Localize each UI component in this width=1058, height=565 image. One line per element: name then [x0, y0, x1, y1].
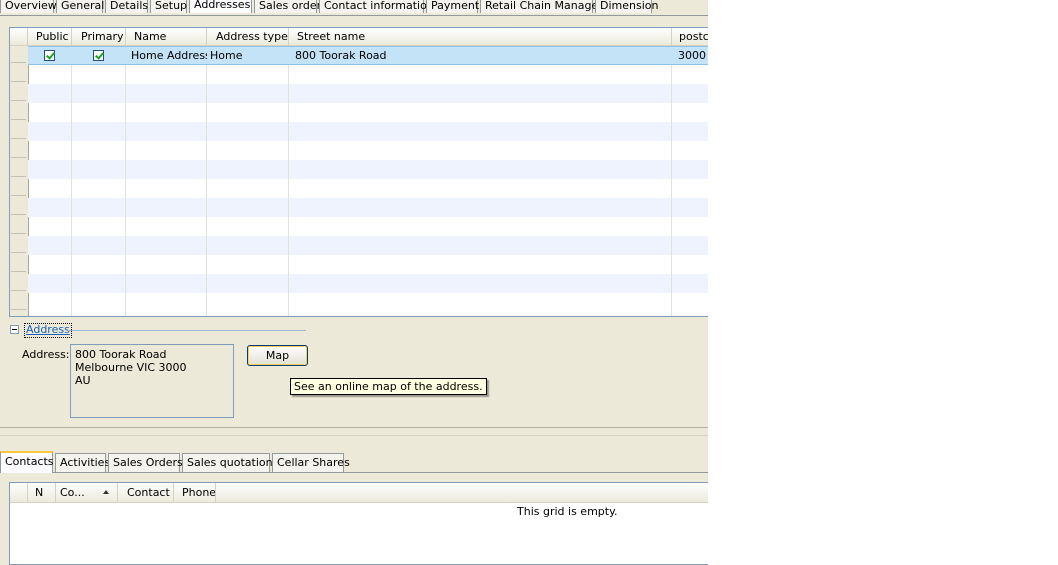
column-header-co-label: Co... [60, 486, 85, 499]
tab-general[interactable]: General [56, 0, 104, 13]
row-selector-column [10, 46, 29, 316]
column-header-primary[interactable]: Primary [72, 28, 126, 45]
primary-cell[interactable] [72, 47, 126, 64]
column-header-n[interactable]: N [28, 483, 56, 502]
addresses-grid-header: Public Primary Name Address type Street … [10, 28, 708, 46]
empty-row [28, 179, 708, 198]
column-header-street-name[interactable]: Street name [289, 28, 672, 45]
tab-retail-chain-manager[interactable]: Retail Chain Manager [480, 0, 603, 13]
empty-row [28, 84, 708, 103]
empty-row [28, 141, 708, 160]
row-selector[interactable] [11, 217, 26, 234]
pane-splitter[interactable] [0, 427, 708, 436]
row-selector[interactable] [11, 141, 26, 158]
address-type-cell[interactable]: Home [207, 47, 289, 64]
row-selector[interactable] [11, 179, 26, 196]
tab-sales-quotations[interactable]: Sales quotations [182, 453, 278, 472]
row-selector[interactable] [11, 293, 26, 310]
tab-addresses[interactable]: Addresses [189, 0, 252, 13]
row-selector[interactable] [11, 160, 26, 177]
column-divider [671, 46, 672, 316]
row-selector[interactable] [11, 274, 26, 291]
postcode-cell[interactable]: 3000 [672, 47, 708, 64]
empty-row [28, 160, 708, 179]
map-tooltip: See an online map of the address. [290, 378, 487, 395]
tab-sales-order[interactable]: Sales order [254, 0, 321, 13]
tab-payment[interactable]: Payment [426, 0, 479, 13]
tab-sales-orders[interactable]: Sales Orders [108, 453, 183, 472]
empty-row [28, 122, 708, 141]
tab-overview[interactable]: Overview [0, 0, 57, 13]
column-header-name[interactable]: Name [126, 28, 207, 45]
empty-row [28, 274, 708, 293]
empty-row [28, 255, 708, 274]
row-selector-header [10, 483, 28, 502]
tab-cellar-shares[interactable]: Cellar Shares [272, 453, 350, 472]
name-cell[interactable]: Home Address [126, 47, 207, 64]
primary-checkbox[interactable] [93, 50, 104, 61]
sort-ascending-icon [103, 490, 109, 494]
row-selector-header [10, 28, 28, 45]
column-divider [288, 46, 289, 316]
empty-row [28, 217, 708, 236]
row-selector[interactable] [11, 84, 26, 101]
street-name-cell[interactable]: 800 Toorak Road [289, 47, 672, 64]
column-header-contact[interactable]: Contact [118, 483, 174, 502]
row-selector[interactable] [11, 255, 26, 272]
row-selector[interactable] [11, 46, 26, 63]
column-header-address-type[interactable]: Address type [207, 28, 289, 45]
empty-row [28, 293, 708, 312]
top-tab-strip: Overview General Details Setup Addresses… [0, 0, 708, 16]
empty-row [28, 236, 708, 255]
empty-grid-message: This grid is empty. [517, 505, 618, 518]
row-selector[interactable] [11, 122, 26, 139]
empty-row [28, 103, 708, 122]
column-divider [125, 46, 126, 316]
column-header-phone[interactable]: Phone [174, 483, 216, 502]
tab-contact-information[interactable]: Contact information [319, 0, 434, 13]
public-cell[interactable] [28, 47, 72, 64]
address-group-title[interactable]: Address [24, 323, 72, 338]
column-header-public[interactable]: Public [28, 28, 72, 45]
row-selector[interactable] [11, 198, 26, 215]
map-button[interactable]: Map [247, 345, 308, 366]
tab-contacts[interactable]: Contacts [0, 451, 54, 473]
row-selector[interactable] [11, 236, 26, 253]
contacts-grid-header: N Co... Contact Phone [10, 483, 708, 503]
tab-details[interactable]: Details [105, 0, 148, 13]
tab-dimension[interactable]: Dimension [595, 0, 658, 13]
empty-row [28, 65, 708, 84]
empty-row [28, 198, 708, 217]
column-divider [71, 46, 72, 316]
address-label: Address: [22, 348, 70, 361]
column-header-postcode[interactable]: postcode [672, 28, 708, 45]
collapse-icon[interactable] [10, 325, 19, 334]
addresses-grid[interactable]: Public Primary Name Address type Street … [9, 27, 708, 317]
column-divider [206, 46, 207, 316]
public-checkbox[interactable] [44, 50, 55, 61]
contacts-grid[interactable]: N Co... Contact Phone This grid is empty… [9, 482, 708, 565]
row-selector[interactable] [11, 103, 26, 120]
row-selector[interactable] [11, 65, 26, 82]
group-divider [68, 330, 306, 331]
tab-setup[interactable]: Setup [150, 0, 187, 13]
application-window: Overview General Details Setup Addresses… [0, 0, 708, 565]
tab-activities[interactable]: Activities [55, 453, 110, 472]
table-row[interactable]: Home Address Home 800 Toorak Road 3000 [28, 46, 708, 65]
bottom-tab-strip: Contacts Activities Sales Orders Sales q… [0, 451, 708, 473]
address-text[interactable]: 800 Toorak Road Melbourne VIC 3000 AU [70, 344, 234, 418]
